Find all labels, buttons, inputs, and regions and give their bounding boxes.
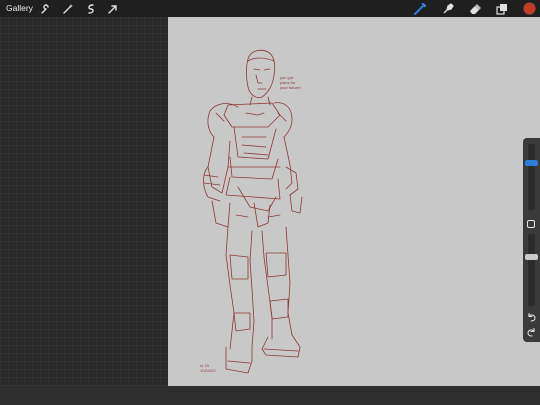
brush-size-handle[interactable] bbox=[525, 160, 538, 166]
wrench-icon[interactable] bbox=[39, 3, 51, 15]
drawing-canvas[interactable]: you got plans for your future? m.19 10/0… bbox=[168, 17, 540, 386]
modify-button[interactable] bbox=[527, 220, 535, 228]
gallery-button[interactable]: Gallery bbox=[6, 2, 33, 14]
eraser-icon[interactable] bbox=[469, 3, 481, 15]
selection-icon[interactable] bbox=[85, 3, 97, 15]
opacity-handle[interactable] bbox=[525, 254, 538, 260]
bottom-margin bbox=[0, 386, 540, 405]
undo-icon[interactable] bbox=[526, 312, 537, 323]
top-toolbar: Gallery bbox=[0, 0, 540, 17]
redo-icon[interactable] bbox=[526, 327, 537, 338]
brush-sidebar bbox=[523, 138, 540, 342]
brush-size-slider[interactable] bbox=[525, 144, 538, 210]
signature-line-2: 10/04/20 bbox=[200, 368, 216, 373]
brush-icon[interactable] bbox=[414, 3, 426, 15]
transform-arrow-icon[interactable] bbox=[107, 3, 119, 15]
note-line-3: your future? bbox=[280, 85, 302, 90]
layers-icon[interactable] bbox=[496, 3, 508, 15]
magic-wand-icon[interactable] bbox=[62, 3, 74, 15]
figure-sketch: you got plans for your future? m.19 10/0… bbox=[200, 49, 303, 374]
color-swatch[interactable] bbox=[523, 2, 536, 15]
opacity-slider[interactable] bbox=[525, 234, 538, 306]
smudge-icon[interactable] bbox=[442, 3, 454, 15]
